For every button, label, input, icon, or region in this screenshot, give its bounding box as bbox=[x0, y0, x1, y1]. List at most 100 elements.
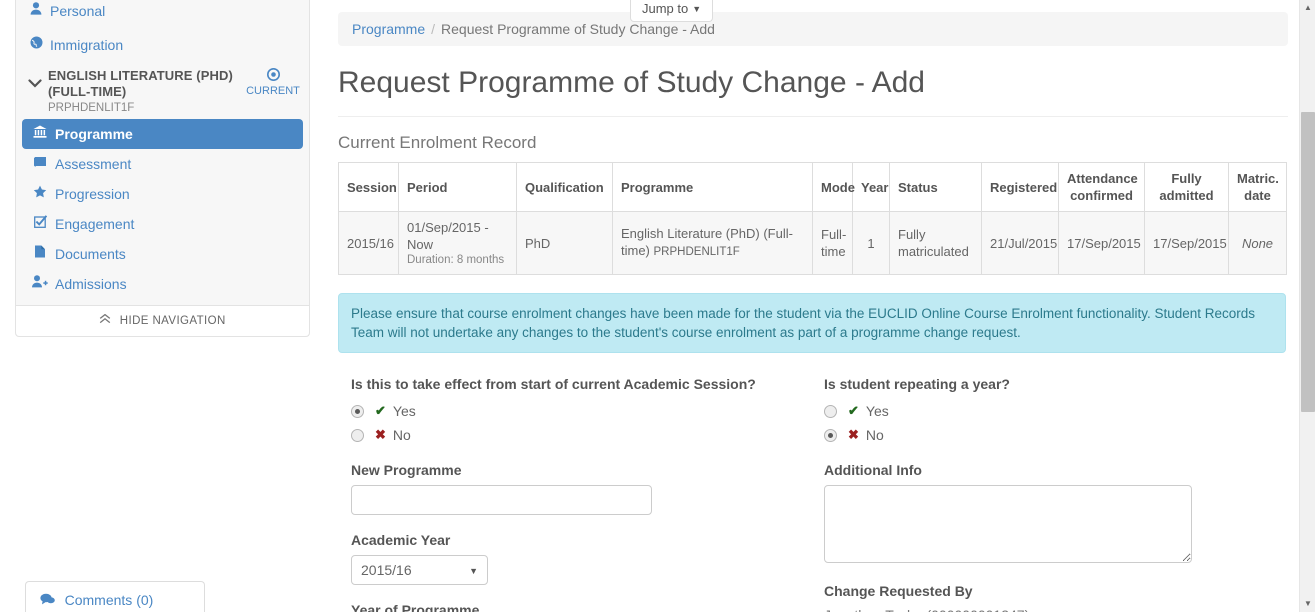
col-registered: Registered bbox=[982, 163, 1059, 212]
chevron-down-icon[interactable] bbox=[26, 68, 44, 92]
programme-group-code: PRPHDENLIT1F bbox=[48, 100, 299, 115]
primary-nav-list: Personal Immigration bbox=[16, 0, 309, 62]
radio-effect-yes[interactable]: ✔ Yes bbox=[351, 401, 771, 421]
person-add-icon bbox=[32, 275, 48, 293]
breadcrumb-link-programme[interactable]: Programme bbox=[352, 21, 425, 37]
radio-repeating-yes[interactable]: ✔ Yes bbox=[824, 401, 1224, 421]
cell-programme: English Literature (PhD) (Full-time) PRP… bbox=[613, 212, 813, 275]
new-programme-input[interactable] bbox=[351, 485, 652, 515]
document-icon-svg bbox=[34, 245, 46, 258]
caret-down-icon[interactable]: ▼ bbox=[1300, 596, 1315, 612]
cell-period-range: 01/Sep/2015 - Now bbox=[407, 220, 489, 252]
left-navigation-panel: Personal Immigration ENGLISH LITERAT bbox=[15, 0, 310, 337]
label-additional-info: Additional Info bbox=[824, 461, 1224, 479]
cell-registered: 21/Jul/2015 bbox=[982, 212, 1059, 275]
radio-effect-no[interactable]: ✖ No bbox=[351, 425, 771, 445]
page-title: Request Programme of Study Change - Add bbox=[338, 64, 1288, 117]
star-icon bbox=[32, 185, 48, 203]
academic-year-select-wrap: 2015/16 ▼ bbox=[351, 555, 488, 585]
jump-to-dropdown-button[interactable]: Jump to ▼ bbox=[630, 0, 713, 22]
sidebar-item-assessment[interactable]: Assessment bbox=[22, 149, 303, 179]
info-alert-text: Please ensure that course enrolment chan… bbox=[351, 306, 1255, 340]
col-attendance-confirmed: Attendanceconfirmed bbox=[1059, 163, 1145, 212]
comments-icon bbox=[40, 593, 59, 608]
academic-year-select[interactable]: 2015/16 bbox=[351, 555, 488, 585]
radio-repeating-yes-control[interactable] bbox=[824, 405, 837, 418]
sidebar-item-documents-label: Documents bbox=[55, 245, 126, 263]
col-fully-admitted: Fullyadmitted bbox=[1145, 163, 1229, 212]
caret-down-icon: ▼ bbox=[692, 4, 701, 14]
globe-icon bbox=[28, 36, 44, 54]
scrollbar-thumb[interactable] bbox=[1301, 112, 1315, 412]
col-period: Period bbox=[399, 163, 517, 212]
sidebar-item-documents[interactable]: Documents bbox=[22, 239, 303, 269]
radio-effect-yes-control[interactable] bbox=[351, 405, 364, 418]
chevron-up-double-icon-svg bbox=[99, 314, 111, 324]
additional-info-textarea[interactable] bbox=[824, 485, 1192, 563]
cell-attendance-confirmed: 17/Sep/2015 bbox=[1059, 212, 1145, 275]
cell-period-duration: Duration: 8 months bbox=[407, 253, 508, 267]
cell-mode: Full-time bbox=[813, 212, 853, 275]
person-icon-svg bbox=[30, 2, 42, 15]
sidebar-item-personal[interactable]: Personal bbox=[16, 0, 309, 28]
check-icon: ✔ bbox=[375, 403, 386, 419]
radio-effect-no-control[interactable] bbox=[351, 429, 364, 442]
sidebar-item-engagement[interactable]: Engagement bbox=[22, 209, 303, 239]
check-icon: ✔ bbox=[848, 403, 859, 419]
table-row: 2015/16 01/Sep/2015 - Now Duration: 8 mo… bbox=[339, 212, 1287, 275]
radio-repeating-no-control[interactable] bbox=[824, 429, 837, 442]
radio-effect-no-label: No bbox=[393, 427, 411, 443]
sidebar-item-immigration[interactable]: Immigration bbox=[16, 28, 309, 62]
radio-repeating-no-label: No bbox=[866, 427, 884, 443]
jump-to-label: Jump to bbox=[642, 1, 688, 16]
book-icon-svg bbox=[33, 156, 47, 168]
current-enrolment-table: Session Period Qualification Programme M… bbox=[338, 162, 1287, 275]
comments-button[interactable]: Comments (0) bbox=[25, 581, 205, 612]
globe-icon-svg bbox=[30, 36, 43, 49]
chevron-down-icon-svg bbox=[28, 79, 42, 88]
sidebar-item-immigration-label: Immigration bbox=[50, 36, 123, 54]
col-status: Status bbox=[890, 163, 982, 212]
bank-icon-svg bbox=[33, 125, 47, 138]
status-badge-label: CURRENT bbox=[246, 85, 300, 97]
chevron-up-double-icon bbox=[99, 315, 114, 327]
sidebar-item-personal-label: Personal bbox=[50, 2, 105, 20]
programme-group-title: ENGLISH LITERATURE (PHD) (FULL-TIME) bbox=[48, 68, 263, 100]
sidebar-item-progression[interactable]: Progression bbox=[22, 179, 303, 209]
breadcrumb-current: Request Programme of Study Change - Add bbox=[441, 21, 715, 37]
sidebar-item-engagement-label: Engagement bbox=[55, 215, 134, 233]
person-icon bbox=[28, 2, 44, 20]
cell-programme-code: PRPHDENLIT1F bbox=[654, 246, 740, 258]
hide-navigation-button[interactable]: HIDE NAVIGATION bbox=[16, 305, 309, 336]
main-content: Jump to ▼ Programme/Request Programme of … bbox=[338, 0, 1288, 375]
breadcrumb: Programme/Request Programme of Study Cha… bbox=[338, 12, 1288, 46]
section-title-enrolment: Current Enrolment Record bbox=[338, 133, 1288, 153]
cell-status: Fully matriculated bbox=[890, 212, 982, 275]
sidebar-item-admissions-label: Admissions bbox=[55, 275, 127, 293]
bank-icon bbox=[32, 125, 48, 143]
label-repeating-question: Is student repeating a year? bbox=[824, 375, 1224, 393]
radio-effect-yes-label: Yes bbox=[393, 403, 416, 419]
person-add-icon-svg bbox=[32, 275, 48, 288]
status-badge-current: CURRENT bbox=[242, 68, 304, 98]
comments-icon-svg bbox=[40, 593, 55, 605]
col-mode: Mode bbox=[813, 163, 853, 212]
col-year: Year bbox=[853, 163, 890, 212]
radio-repeating-yes-label: Yes bbox=[866, 403, 889, 419]
label-year-of-programme: Year of Programme bbox=[351, 601, 771, 612]
cell-year: 1 bbox=[853, 212, 890, 275]
vertical-scrollbar[interactable]: ▲ ▼ bbox=[1299, 0, 1315, 612]
label-change-requested-by: Change Requested By bbox=[824, 582, 1224, 600]
table-body: 2015/16 01/Sep/2015 - Now Duration: 8 mo… bbox=[339, 212, 1287, 275]
cross-icon: ✖ bbox=[375, 427, 386, 443]
sidebar-item-admissions[interactable]: Admissions bbox=[22, 269, 303, 299]
form-column-right: Is student repeating a year? ✔ Yes ✖ No … bbox=[824, 375, 1224, 612]
sidebar-programme-group[interactable]: ENGLISH LITERATURE (PHD) (FULL-TIME) PRP… bbox=[16, 62, 309, 119]
caret-up-icon[interactable]: ▲ bbox=[1300, 0, 1315, 16]
radio-repeating-no[interactable]: ✖ No bbox=[824, 425, 1224, 445]
table-header-row: Session Period Qualification Programme M… bbox=[339, 163, 1287, 212]
cell-matric-date: None bbox=[1229, 212, 1287, 275]
table-head: Session Period Qualification Programme M… bbox=[339, 163, 1287, 212]
check-square-icon bbox=[32, 215, 48, 233]
sidebar-item-programme[interactable]: Programme bbox=[22, 119, 303, 149]
